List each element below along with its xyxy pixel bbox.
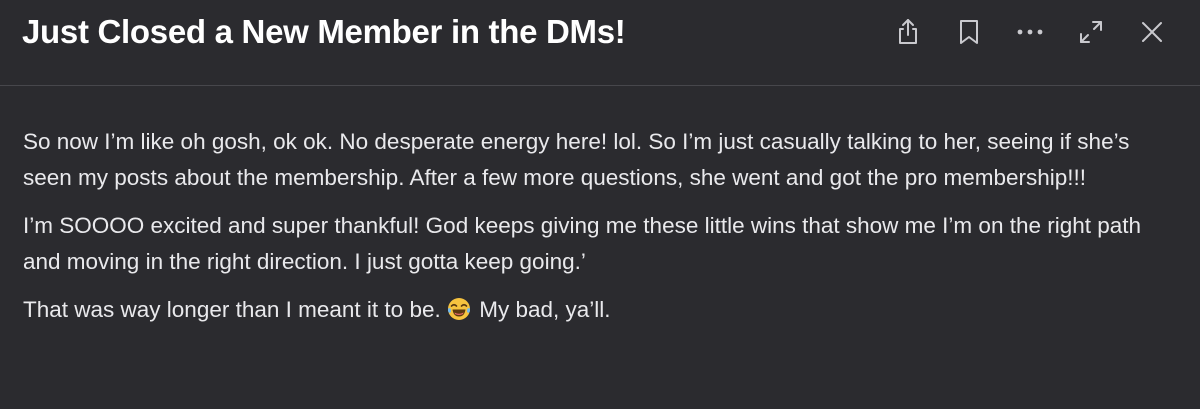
share-button[interactable] [890, 14, 926, 50]
laughing-crying-emoji-icon [447, 296, 471, 320]
bookmark-icon [957, 18, 981, 46]
close-button[interactable] [1134, 14, 1170, 50]
post-header: Just Closed a New Member in the DMs! [0, 0, 1200, 86]
post-body: So now I’m like oh gosh, ok ok. No despe… [23, 124, 1173, 340]
post-title: Just Closed a New Member in the DMs! [22, 13, 626, 50]
bookmark-button[interactable] [951, 14, 987, 50]
post-paragraph-last: That was way longer than I meant it to b… [23, 292, 1173, 328]
post-paragraph: I’m SOOOO excited and super thankful! Go… [23, 213, 1142, 274]
post-modal: Just Closed a New Member in the DMs! So … [0, 0, 1200, 409]
more-options-button[interactable] [1012, 14, 1048, 50]
close-icon [1140, 20, 1164, 44]
share-icon [895, 18, 921, 46]
more-icon [1016, 27, 1044, 37]
post-actions [890, 14, 1170, 50]
expand-button[interactable] [1073, 14, 1109, 50]
post-text: That was way longer than I meant it to b… [23, 297, 447, 322]
expand-icon [1078, 19, 1104, 45]
post-paragraph: So now I’m like oh gosh, ok ok. No despe… [23, 129, 1130, 190]
post-text: My bad, ya’ll. [472, 297, 611, 322]
